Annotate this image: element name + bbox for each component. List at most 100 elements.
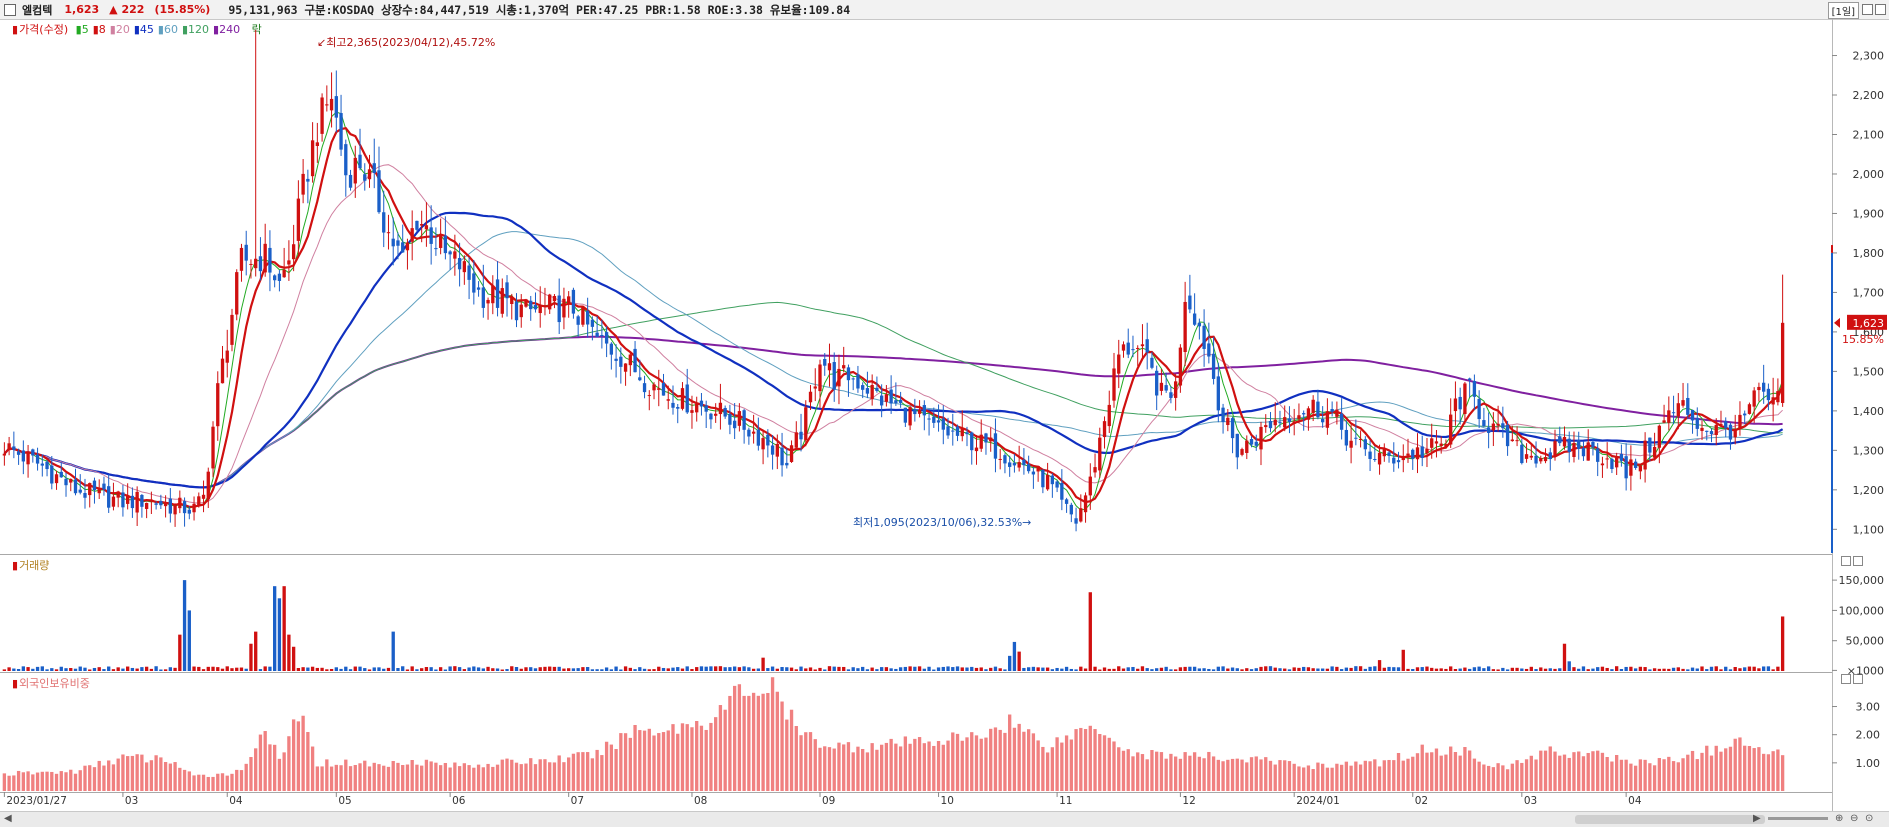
volume-bar <box>54 669 59 671</box>
price-axis-label: 1,500 <box>1853 365 1885 378</box>
candle-body <box>391 238 395 247</box>
volume-bar <box>211 666 215 671</box>
foreign-bar <box>1577 751 1581 791</box>
foreign-bar <box>1216 759 1220 791</box>
volume-bar <box>1439 668 1443 671</box>
volume-bar <box>1354 666 1358 671</box>
foreign-bar <box>889 738 893 791</box>
candle-body <box>709 413 713 420</box>
candle-body <box>405 242 410 251</box>
volume-bar <box>842 666 846 671</box>
volume-bar <box>325 669 329 671</box>
volume-bar <box>690 669 694 671</box>
foreign-bar <box>965 737 969 791</box>
volume-bar <box>1762 666 1766 671</box>
volume-bar <box>443 669 448 671</box>
foreign-bar <box>1486 765 1491 791</box>
foreign-bar <box>500 759 504 791</box>
volume-bar <box>225 666 229 671</box>
candle-body <box>367 169 372 180</box>
volume-bar <box>1339 669 1344 671</box>
volume-bar <box>1633 668 1638 671</box>
current-price-pct-label: 15.85% <box>1842 333 1884 346</box>
volume-bar <box>861 666 865 671</box>
foreign-bar <box>1600 752 1605 791</box>
volume-bar <box>1022 667 1026 671</box>
candle-body <box>1529 455 1533 458</box>
candle-body <box>856 374 860 389</box>
candle-body <box>31 449 35 456</box>
foreign-bar <box>1771 751 1775 791</box>
candle-body <box>1709 431 1714 435</box>
candle-body <box>1155 370 1159 396</box>
foreign-bar <box>1510 763 1514 791</box>
foreign-bar <box>1605 757 1609 791</box>
scroll-left-icon[interactable]: ◀ <box>4 813 12 824</box>
volume-axis-label: 100,000 <box>1839 604 1885 617</box>
foreign-bar <box>325 759 329 791</box>
volume-bar <box>372 667 376 671</box>
candle-body <box>974 447 979 452</box>
price-axis-label: 1,400 <box>1853 405 1885 418</box>
candle-body <box>59 471 63 478</box>
volume-bar <box>1667 668 1671 671</box>
candle-body <box>1714 424 1718 436</box>
candle-body <box>64 478 68 486</box>
scroll-right-icon[interactable]: ▶ <box>1753 813 1761 824</box>
candle-body <box>1249 439 1254 445</box>
candle-body <box>126 495 130 504</box>
zoom-reset-icon[interactable]: ⊙ <box>1865 813 1873 824</box>
volume-bar <box>1577 668 1581 671</box>
volume-bar <box>500 669 504 671</box>
volume-bar <box>135 668 139 671</box>
scroll-thumb[interactable] <box>1575 815 1765 824</box>
volume-bar <box>1164 666 1168 671</box>
volume-bar <box>59 666 63 671</box>
volume-bar <box>1377 660 1382 671</box>
zoom-out-icon[interactable]: ⊖ <box>1850 813 1858 824</box>
foreign-bar <box>562 762 566 791</box>
volume-bar <box>121 668 125 671</box>
stock-chart[interactable]: 1,1001,2001,3001,4001,5001,6001,7001,800… <box>0 0 1889 826</box>
foreign-bar <box>405 764 410 791</box>
volume-bar <box>16 668 21 671</box>
volume-bar <box>1662 668 1666 671</box>
candle-body <box>1012 462 1017 466</box>
foreign-bar <box>1515 760 1519 791</box>
volume-bar <box>538 667 542 671</box>
zoom-in-icon[interactable]: ⊕ <box>1835 813 1843 824</box>
candle-body <box>1302 413 1306 415</box>
horizontal-scrollbar[interactable]: ◀ ▶ ⊕ ⊖ ⊙ <box>0 811 1889 827</box>
foreign-bar <box>842 744 846 791</box>
volume-bar <box>1396 667 1401 671</box>
volume-bar <box>111 669 116 671</box>
foreign-bar <box>1629 763 1633 791</box>
volume-bar <box>1041 667 1045 671</box>
candle-body <box>927 418 931 420</box>
foreign-bar <box>1648 763 1652 791</box>
volume-bar <box>614 666 618 671</box>
candle-body <box>1017 462 1021 468</box>
volume-bar <box>1591 668 1595 671</box>
candle-body <box>457 258 462 270</box>
foreign-bar <box>510 759 514 791</box>
candle-body <box>7 443 11 451</box>
candle-body <box>69 478 73 483</box>
foreign-bar <box>1728 746 1733 791</box>
foreign-bar <box>552 762 557 791</box>
candle-body <box>884 394 889 402</box>
volume-bar <box>903 666 908 671</box>
candle-body <box>1088 476 1092 496</box>
foreign-bar <box>1458 755 1462 791</box>
foreign-bar <box>1117 747 1121 791</box>
volume-bar <box>1596 667 1600 671</box>
volume-bar <box>846 669 851 671</box>
volume-bar <box>1624 666 1628 671</box>
candle-body <box>348 174 353 188</box>
candle-body <box>794 432 798 448</box>
volume-bar <box>1444 668 1448 671</box>
candle-body <box>296 198 301 241</box>
zoom-slider[interactable] <box>1768 817 1828 820</box>
candle-body <box>88 483 92 496</box>
candle-body <box>339 113 343 150</box>
